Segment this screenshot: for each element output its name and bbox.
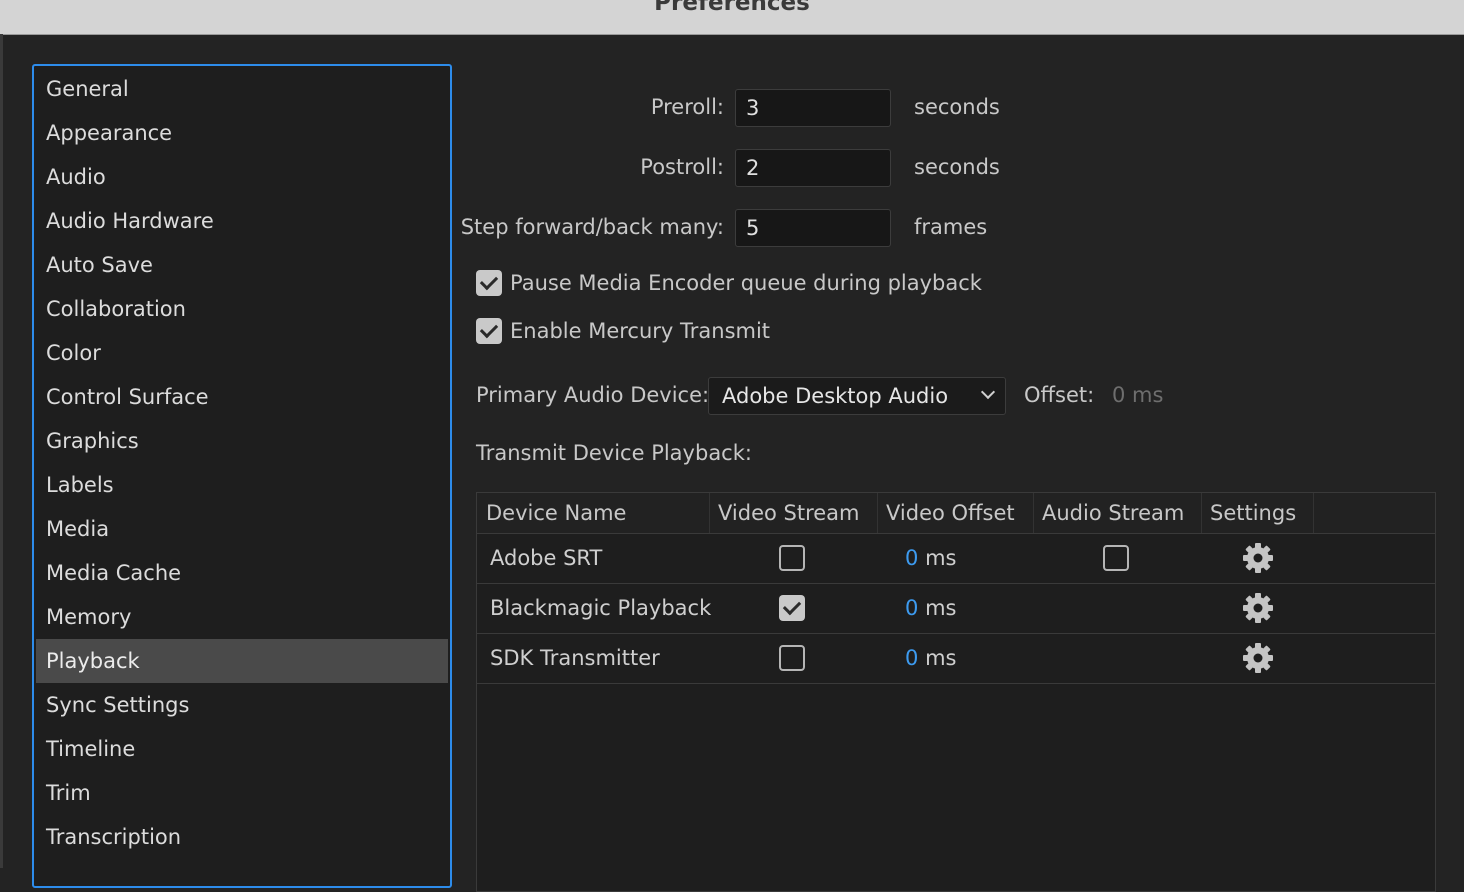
pause-encoder-option[interactable]: Pause Media Encoder queue during playbac… [476, 269, 982, 297]
video-stream-checkbox[interactable] [779, 595, 805, 621]
window-title: Preferences [654, 0, 810, 16]
device-name: SDK Transmitter [490, 646, 660, 670]
postroll-label: Postroll: [640, 155, 724, 179]
pause-encoder-checkbox[interactable] [476, 270, 502, 296]
offset-value: 0 ms [1112, 383, 1164, 407]
preroll-label: Preroll: [650, 95, 724, 119]
gear-icon[interactable] [1242, 592, 1274, 624]
sidebar-item-sync-settings[interactable]: Sync Settings [36, 683, 448, 727]
sidebar-item-general[interactable]: General [36, 67, 448, 111]
column-header-video-offset[interactable]: Video Offset [878, 493, 1034, 533]
sidebar-item-color[interactable]: Color [36, 331, 448, 375]
transmit-device-table: Device Name Video Stream Video Offset Au… [476, 492, 1436, 892]
sidebar-item-audio[interactable]: Audio [36, 155, 448, 199]
sidebar-item-control-surface[interactable]: Control Surface [36, 375, 448, 419]
sidebar-item-memory[interactable]: Memory [36, 595, 448, 639]
device-name: Blackmagic Playback [490, 596, 712, 620]
video-offset-value[interactable]: 0 [905, 646, 918, 670]
audio-device-select[interactable]: Adobe Desktop Audio [708, 377, 1006, 415]
step-label: Step forward/back many: [460, 215, 724, 239]
video-offset[interactable]: 0 ms [905, 533, 956, 583]
mercury-transmit-checkbox[interactable] [476, 318, 502, 344]
preferences-category-list[interactable]: General Appearance Audio Audio Hardware … [32, 64, 452, 888]
table-header: Device Name Video Stream Video Offset Au… [477, 493, 1435, 534]
video-stream-checkbox[interactable] [779, 645, 805, 671]
gear-icon[interactable] [1242, 542, 1274, 574]
sidebar-item-auto-save[interactable]: Auto Save [36, 243, 448, 287]
sidebar-item-appearance[interactable]: Appearance [36, 111, 448, 155]
preroll-unit: seconds [914, 95, 1000, 119]
chevron-down-icon [980, 384, 996, 400]
pause-encoder-label: Pause Media Encoder queue during playbac… [510, 271, 982, 295]
postroll-input[interactable]: 2 [735, 149, 891, 187]
sidebar-item-audio-hardware[interactable]: Audio Hardware [36, 199, 448, 243]
offset-label: Offset: [1024, 383, 1095, 407]
window-left-edge [0, 34, 3, 868]
sidebar-item-graphics[interactable]: Graphics [36, 419, 448, 463]
audio-stream-checkbox[interactable] [1103, 545, 1129, 571]
video-offset[interactable]: 0 ms [905, 633, 956, 683]
table-row[interactable]: SDK Transmitter 0 ms [477, 633, 1435, 684]
video-offset-value[interactable]: 0 [905, 546, 918, 570]
window-titlebar: Preferences [0, 0, 1464, 35]
mercury-transmit-option[interactable]: Enable Mercury Transmit [476, 317, 770, 345]
video-offset[interactable]: 0 ms [905, 583, 956, 633]
column-header-device-name[interactable]: Device Name [478, 493, 710, 533]
video-offset-unit: ms [925, 546, 957, 570]
sidebar-item-timeline[interactable]: Timeline [36, 727, 448, 771]
sidebar-item-media[interactable]: Media [36, 507, 448, 551]
step-input[interactable]: 5 [735, 209, 891, 247]
preroll-input[interactable]: 3 [735, 89, 891, 127]
postroll-unit: seconds [914, 155, 1000, 179]
sidebar-item-trim[interactable]: Trim [36, 771, 448, 815]
sidebar-item-labels[interactable]: Labels [36, 463, 448, 507]
step-unit: frames [914, 215, 988, 239]
audio-device-value: Adobe Desktop Audio [722, 384, 949, 408]
table-row[interactable]: Adobe SRT 0 ms [477, 533, 1435, 584]
column-header-video-stream[interactable]: Video Stream [710, 493, 878, 533]
sidebar-item-collaboration[interactable]: Collaboration [36, 287, 448, 331]
sidebar-item-playback[interactable]: Playback [36, 639, 448, 683]
gear-icon[interactable] [1242, 642, 1274, 674]
transmit-device-label: Transmit Device Playback: [476, 441, 752, 465]
video-offset-unit: ms [925, 646, 957, 670]
table-row[interactable]: Blackmagic Playback 0 ms [477, 583, 1435, 634]
column-header-audio-stream[interactable]: Audio Stream [1034, 493, 1202, 533]
audio-device-label: Primary Audio Device: [476, 383, 710, 407]
video-offset-value[interactable]: 0 [905, 596, 918, 620]
sidebar-item-transcription[interactable]: Transcription [36, 815, 448, 859]
mercury-transmit-label: Enable Mercury Transmit [510, 319, 771, 343]
device-name: Adobe SRT [490, 546, 603, 570]
video-stream-checkbox[interactable] [779, 545, 805, 571]
sidebar-item-media-cache[interactable]: Media Cache [36, 551, 448, 595]
video-offset-unit: ms [925, 596, 957, 620]
column-header-settings[interactable]: Settings [1202, 493, 1314, 533]
